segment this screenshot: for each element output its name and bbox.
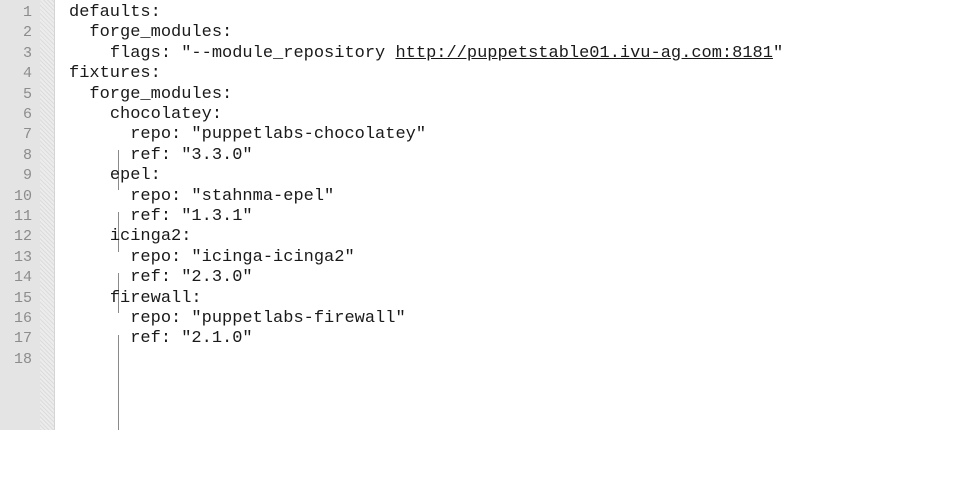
code-text-area[interactable]: defaults: forge_modules: flags: "--modul… xyxy=(55,0,957,430)
line-number: 18 xyxy=(13,350,32,368)
code-line: ref: "2.3.0" xyxy=(130,268,253,288)
code-line: fixtures: xyxy=(69,64,161,84)
line-number: 13 xyxy=(13,248,32,266)
code-line: icinga2: xyxy=(109,227,192,247)
code-line: forge_modules: xyxy=(89,84,233,104)
line-number: 1 xyxy=(22,4,32,21)
line-number: 16 xyxy=(13,310,32,327)
code-line: repo: "puppetlabs-chocolatey" xyxy=(130,125,427,145)
code-line: ref: "3.3.0" xyxy=(130,145,253,165)
line-number: 11 xyxy=(13,208,32,225)
line-number: 6 xyxy=(22,106,32,123)
line-number: 7 xyxy=(22,126,32,144)
code-line: epel: xyxy=(109,166,161,186)
repository-url-link[interactable]: http://puppetstable01.ivu-ag.com:8181 xyxy=(395,44,772,63)
code-line: ref: "2.1.0" xyxy=(130,329,253,349)
line-number: 10 xyxy=(13,187,32,205)
line-number: 14 xyxy=(13,269,32,287)
code-line: forge_modules: xyxy=(89,23,233,43)
line-number: 12 xyxy=(13,228,32,246)
code-line: ref: "1.3.1" xyxy=(130,207,253,226)
code-line: defaults: xyxy=(69,3,161,22)
code-line: repo: "stahnma-epel" xyxy=(130,186,335,206)
gutter-fold-margin xyxy=(40,0,54,430)
code-line: chocolatey: xyxy=(109,105,223,124)
line-number: 15 xyxy=(13,289,32,307)
line-number: 8 xyxy=(22,146,32,164)
line-number-gutter: 1 2 3 4 5 6 7 8 9 10 11 12 13 14 15 16 1… xyxy=(0,0,55,430)
line-number: 3 xyxy=(22,44,32,62)
line-number: 2 xyxy=(22,24,32,42)
code-line: firewall: xyxy=(109,288,202,308)
code-editor[interactable]: 1 2 3 4 5 6 7 8 9 10 11 12 13 14 15 16 1… xyxy=(0,0,957,430)
line-number: 17 xyxy=(13,330,32,348)
line-number: 9 xyxy=(22,167,32,185)
code-line: repo: "puppetlabs-firewall" xyxy=(130,309,406,328)
line-number: 5 xyxy=(22,85,32,103)
line-number: 4 xyxy=(22,65,32,83)
code-line: repo: "icinga-icinga2" xyxy=(130,247,355,267)
code-line: flags: "--module_repository http://puppe… xyxy=(109,43,784,63)
